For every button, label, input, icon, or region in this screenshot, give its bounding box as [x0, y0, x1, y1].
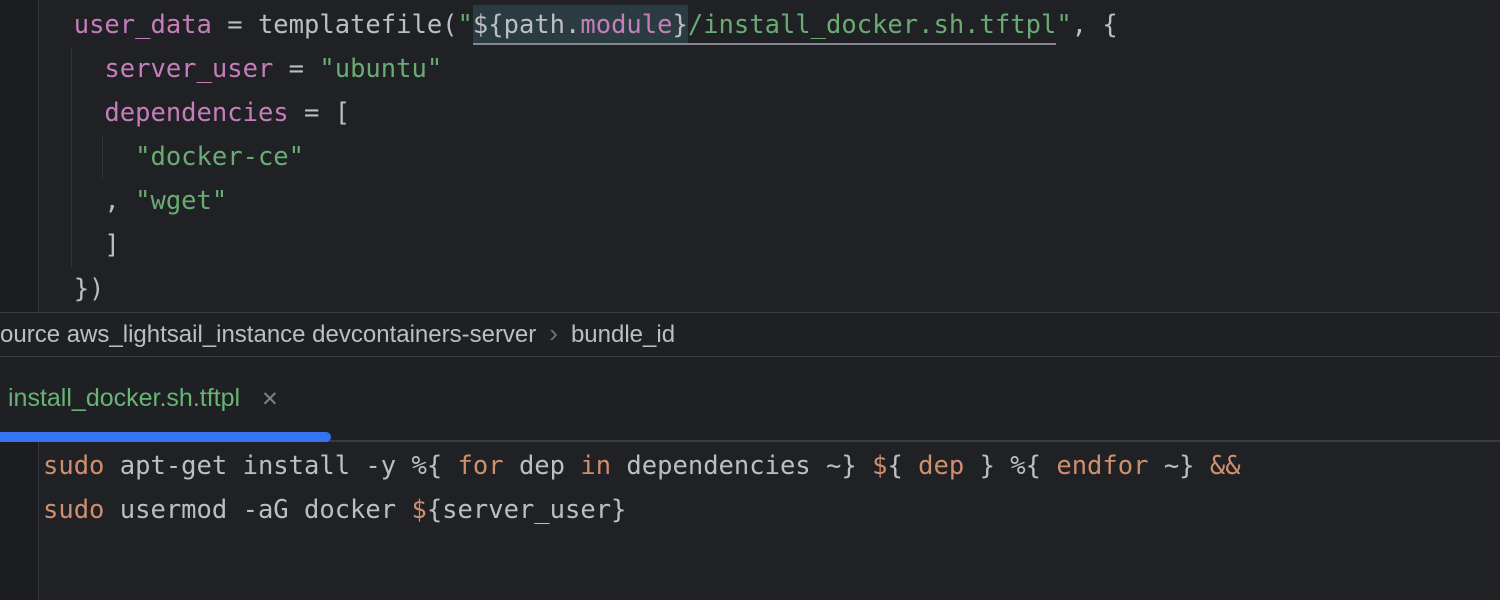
code-line: "docker-ce" — [43, 135, 1500, 179]
code-token: "docker-ce" — [135, 142, 305, 172]
code-token: }) — [43, 274, 105, 304]
code-token: "wget" — [135, 186, 228, 216]
code-token: } %{ — [964, 451, 1057, 481]
code-token: sudo — [43, 495, 105, 525]
code-token: ~} — [1148, 451, 1210, 481]
code-token: { — [887, 451, 919, 481]
code-token: dep — [503, 451, 581, 481]
code-token: dependencies ~} — [611, 451, 873, 481]
editor-gutter — [0, 442, 39, 600]
code-token: ] — [43, 230, 120, 260]
code-token: , { — [1071, 10, 1118, 40]
code-line: ] — [43, 223, 1500, 267]
code-token: "ubuntu" — [319, 54, 443, 84]
code-line: }) — [43, 267, 1500, 311]
code-token: && — [1209, 451, 1241, 481]
code-token: sudo — [43, 451, 105, 481]
indent-guide — [71, 47, 72, 267]
code-token: ${path. — [472, 5, 581, 45]
editor-tab-bar: install_docker.sh.tftpl ✕ — [0, 357, 1500, 442]
code-token: " — [1056, 10, 1072, 40]
code-line: dependencies = [ — [43, 91, 1500, 135]
close-icon[interactable]: ✕ — [261, 387, 279, 410]
code-line: server_user = "ubuntu" — [43, 47, 1500, 91]
code-token: in — [580, 451, 612, 481]
indent-guide — [102, 135, 103, 179]
code-token: endfor — [1056, 451, 1149, 481]
tab-install-docker-sh-tftpl[interactable]: install_docker.sh.tftpl ✕ — [8, 384, 279, 413]
code-token: } — [672, 5, 688, 45]
code-token: " — [457, 10, 473, 40]
code-token: for — [457, 451, 504, 481]
code-token: = templatefile( — [211, 10, 458, 40]
breadcrumb: ource aws_lightsail_instance devcontaine… — [0, 313, 1500, 357]
code-token: $ — [411, 495, 427, 525]
breadcrumb-item-resource[interactable]: ource aws_lightsail_instance devcontaine… — [0, 321, 536, 349]
code-line: sudo usermod -aG docker ${server_user} — [43, 488, 1500, 532]
code-line: user_data = templatefile("${path.module}… — [43, 3, 1500, 47]
tab-label: install_docker.sh.tftpl — [8, 384, 241, 412]
editor-gutter — [0, 0, 39, 312]
code-token: , — [43, 186, 136, 216]
code-token: {server_user} — [426, 495, 627, 525]
chevron-right-icon: › — [549, 317, 558, 348]
code-token: server_user — [104, 54, 274, 84]
code-line: , "wget" — [43, 179, 1500, 223]
code-token: dependencies — [104, 98, 289, 128]
ide-window: user_data = templatefile("${path.module}… — [0, 0, 1500, 600]
code-token: $ — [872, 451, 888, 481]
code-token: usermod -aG docker — [104, 495, 412, 525]
terraform-editor-pane[interactable]: user_data = templatefile("${path.module}… — [0, 0, 1500, 313]
template-code-area[interactable]: sudo apt-get install -y %{ for dep in de… — [39, 442, 1500, 600]
progress-bar — [0, 432, 331, 442]
code-token: dep — [918, 451, 965, 481]
template-editor-pane[interactable]: sudo apt-get install -y %{ for dep in de… — [0, 442, 1500, 600]
terraform-code-area[interactable]: user_data = templatefile("${path.module}… — [39, 0, 1500, 312]
code-token: /install_docker.sh.tftpl — [687, 10, 1057, 45]
code-token: module — [580, 5, 673, 45]
code-token: = — [273, 54, 320, 84]
code-token: apt-get install -y %{ — [104, 451, 458, 481]
code-token: = [ — [288, 98, 351, 128]
code-line: sudo apt-get install -y %{ for dep in de… — [43, 444, 1500, 488]
code-token: user_data — [73, 10, 212, 40]
breadcrumb-item-bundle-id[interactable]: bundle_id — [571, 321, 675, 349]
